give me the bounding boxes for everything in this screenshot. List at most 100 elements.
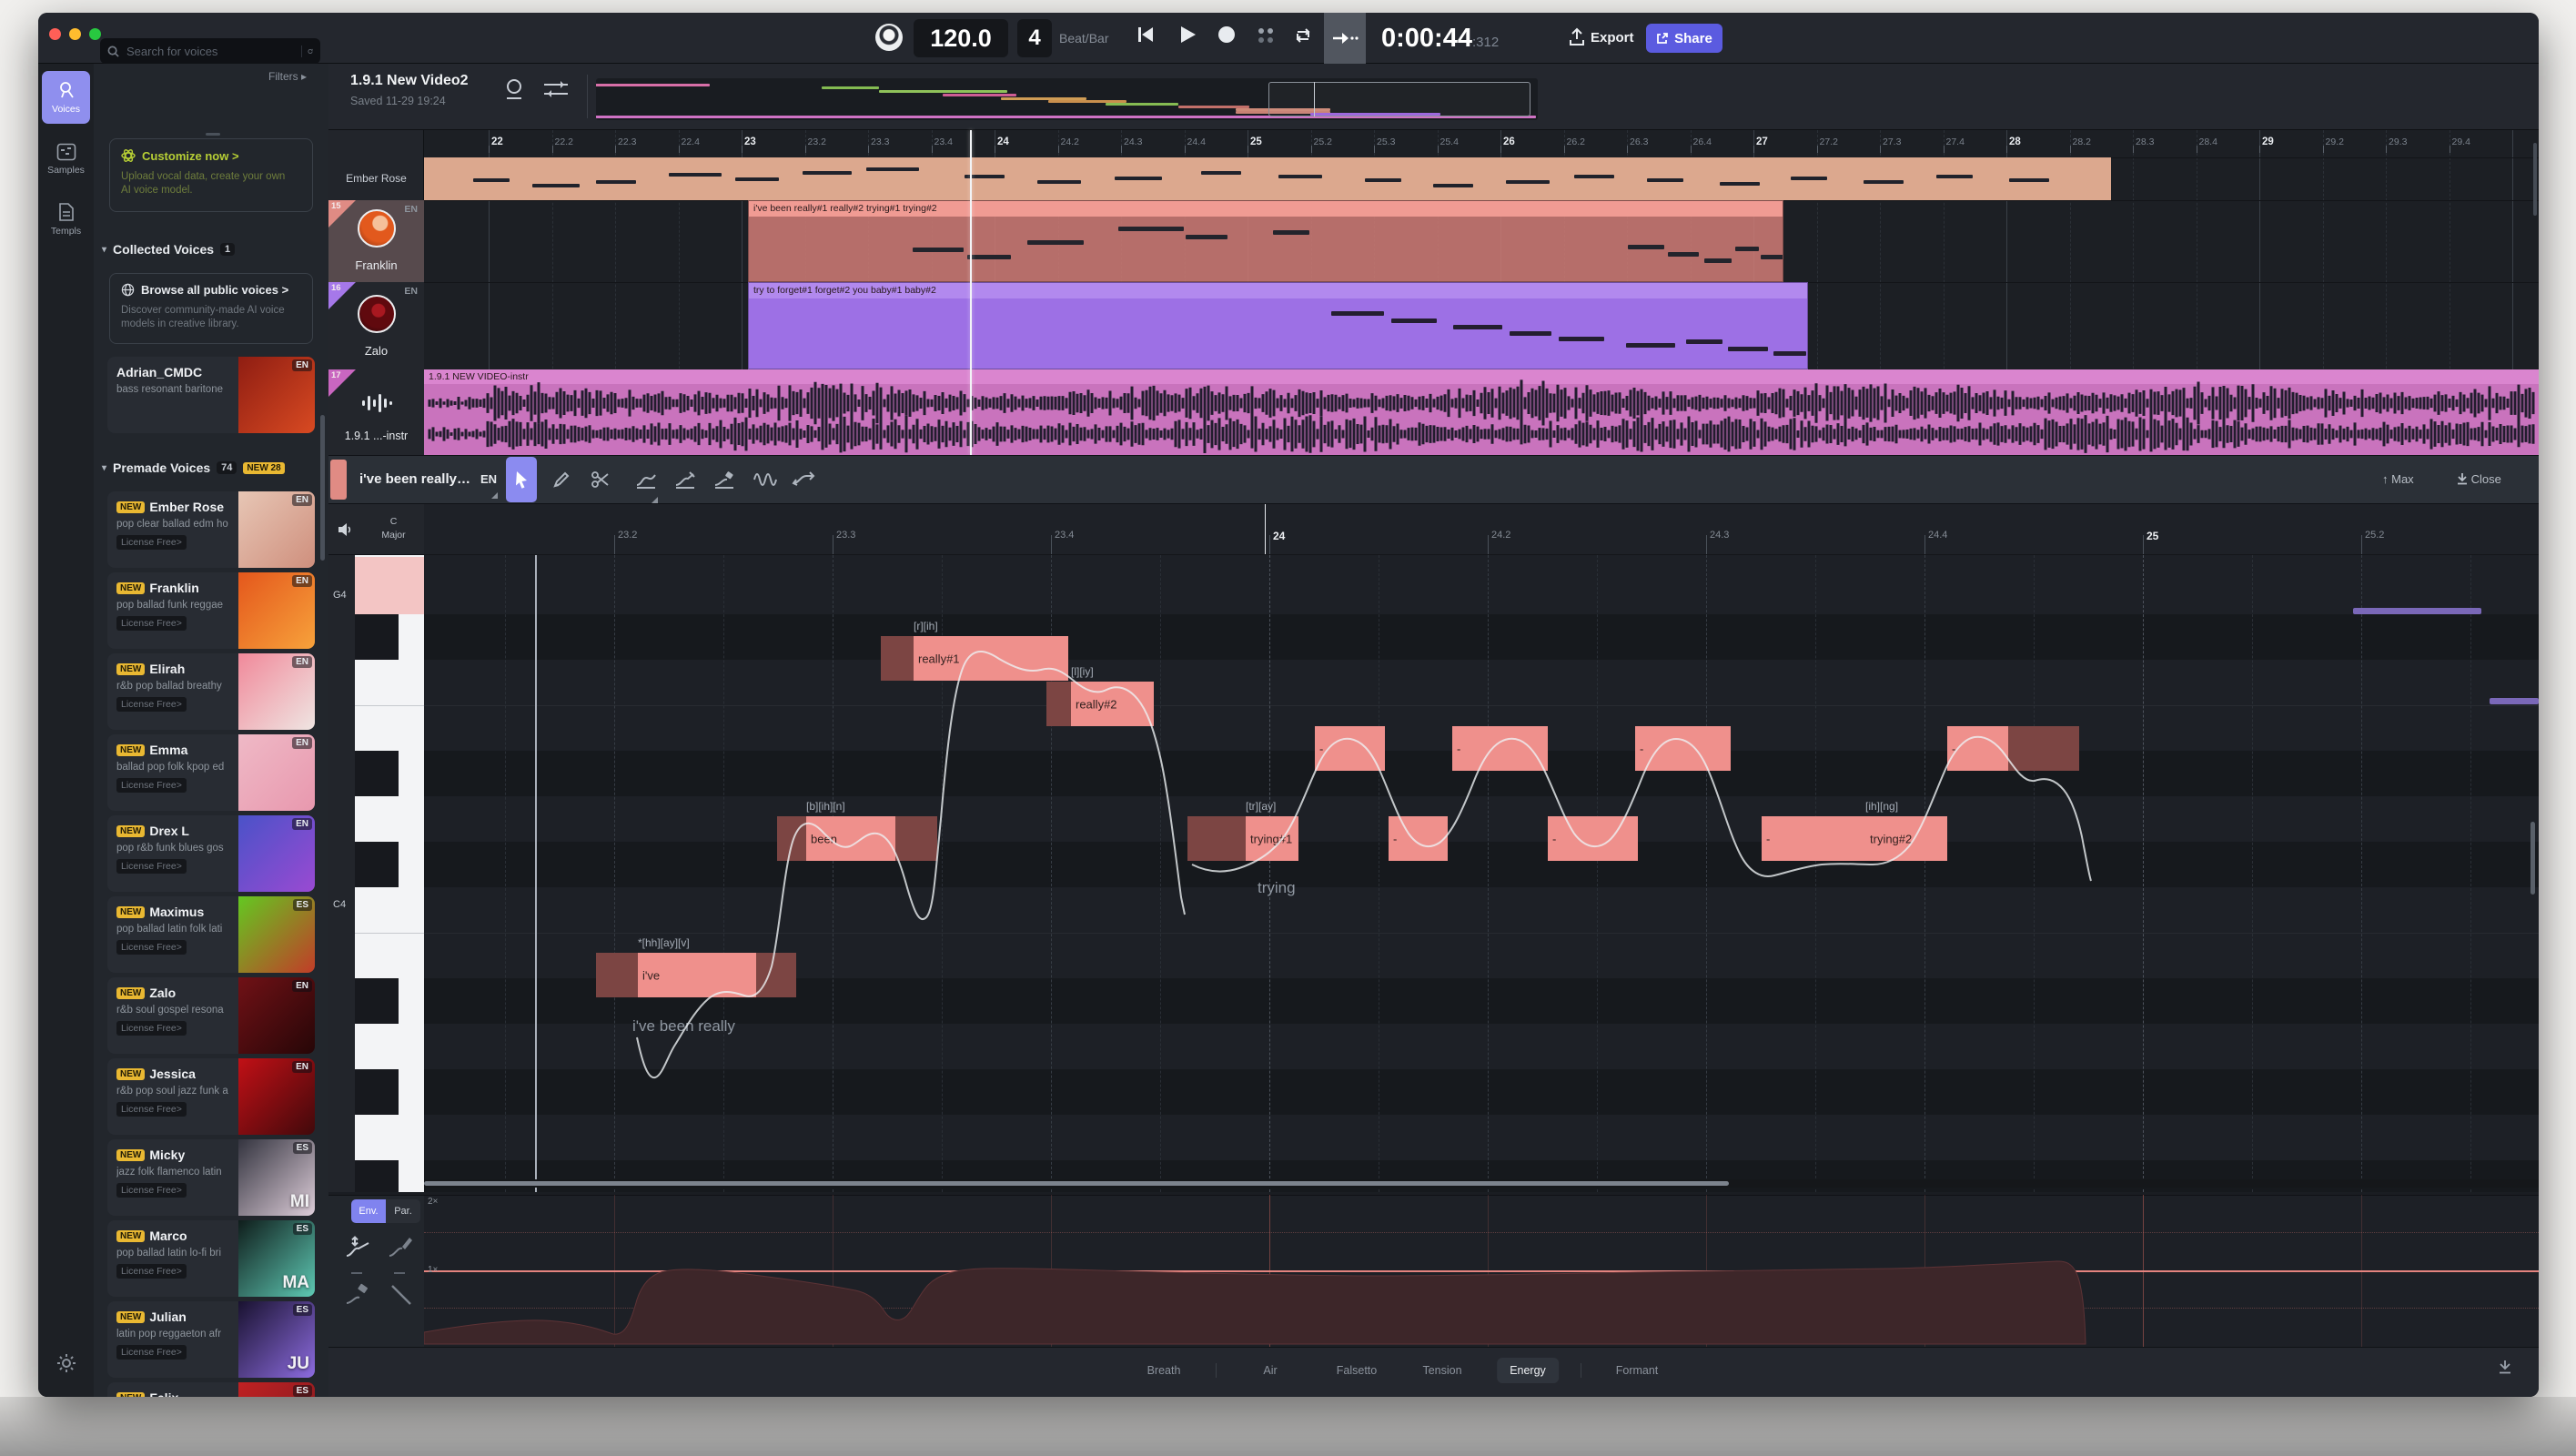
voice-card-drex-l[interactable]: NEWDrex Lpop r&b funk blues gosLicense F… [107,815,315,892]
track-header-zalo[interactable]: 16 EN Zalo [328,282,424,369]
license-link[interactable]: License Free> [116,1021,187,1036]
play-button[interactable] [1177,25,1197,45]
voice-card-marco[interactable]: NEWMarcopop ballad latin lo-fi briLicens… [107,1220,315,1297]
time-display[interactable]: 0:00:44:312 [1381,24,1499,54]
voice-card-franklin[interactable]: NEWFranklinpop ballad funk reggaeLicense… [107,572,315,649]
timeline-ruler-label[interactable]: 23.2 [808,136,826,147]
timeline-ruler-label[interactable]: 29 [2262,136,2274,147]
timeline-ruler-label[interactable]: 24 [997,136,1009,147]
count-in-icon[interactable] [502,76,526,102]
timeline-ruler-label[interactable]: 25.2 [1314,136,1332,147]
settings-gear-icon[interactable] [56,1352,77,1374]
voice-card-maximus[interactable]: NEWMaximuspop ballad latin folk latiLice… [107,896,315,973]
customize-link[interactable]: Customize now > [142,149,239,163]
premade-voices-header[interactable]: ▾ Premade Voices 74 NEW 28 [102,460,285,475]
export-icon[interactable] [1569,27,1585,47]
app-logo-icon[interactable] [875,24,903,51]
customize-voice-card[interactable]: Customize now > Upload vocal data, creat… [109,138,313,212]
curve-eraser-tool[interactable] [344,1281,371,1309]
panel-drag-handle[interactable] [206,133,220,136]
license-link[interactable]: License Free> [116,1345,187,1360]
timeline-ruler-label[interactable]: 25.3 [1377,136,1395,147]
timeline-ruler-label[interactable]: 27 [1756,136,1768,147]
param-tab-falsetto[interactable]: Falsetto [1324,1358,1389,1383]
export-button[interactable]: Export [1591,30,1634,46]
line-tool[interactable] [389,1283,413,1307]
timeline-ruler-label[interactable]: 27.3 [1883,136,1901,147]
avatar[interactable] [358,209,396,248]
close-window-button[interactable] [49,28,61,40]
license-link[interactable]: License Free> [116,778,187,793]
pencil-tool-button[interactable] [546,457,577,502]
timeline-ruler-label[interactable]: 29.4 [2452,136,2470,147]
curve-scale-tool[interactable] [344,1234,371,1261]
black-key[interactable] [355,614,399,660]
minimize-window-button[interactable] [69,28,81,40]
black-key[interactable] [355,751,399,796]
license-link[interactable]: License Free> [116,859,187,874]
zoom-window-button[interactable] [89,28,101,40]
voice-card-jessica[interactable]: NEWJessicar&b pop soul jazz funk aLicens… [107,1058,315,1135]
timeline-ruler-label[interactable]: 23 [744,136,756,147]
black-key[interactable] [355,1069,399,1115]
search-input[interactable] [125,44,296,59]
time-signature-display[interactable]: 4 [1017,19,1052,57]
timeline-ruler-label[interactable]: 25 [1250,136,1262,147]
timeline-ruler-label[interactable]: 28.3 [2136,136,2154,147]
timeline-ruler-label[interactable]: 22.2 [555,136,573,147]
track-label-ember[interactable]: Ember Rose [328,172,424,185]
license-link[interactable]: License Free> [116,535,187,550]
voice-search-bar[interactable] [100,38,320,64]
sidebar-scrollbar[interactable] [320,415,325,561]
timeline-ruler-label[interactable]: 22.3 [618,136,636,147]
metronome-dots-icon[interactable] [1255,25,1277,46]
lyric-language-selector[interactable]: EN [480,472,497,486]
minimap-view-window[interactable] [1268,82,1530,116]
voice-card-felix[interactable]: NEWFelixLicense Free>ES [107,1382,315,1397]
pitch-eraser-tool-button[interactable] [709,457,740,502]
skip-to-start-button[interactable] [1136,25,1156,45]
license-link[interactable]: License Free> [116,616,187,631]
black-key[interactable] [355,978,399,1024]
filters-toggle[interactable]: Filters ▸ [268,70,307,83]
voice-card-zalo[interactable]: NEWZalor&b soul gospel resonaLicense Fre… [107,977,315,1054]
param-tab-energy[interactable]: Energy [1497,1358,1559,1383]
timeline-ruler-label[interactable]: 22.4 [682,136,700,147]
record-button[interactable] [1217,25,1237,45]
timeline-ruler-label[interactable]: 29.3 [2389,136,2407,147]
piano-roll-ruler[interactable]: 23.223.323.42424.224.324.42525.2 [424,504,2539,555]
collapse-panel-icon[interactable] [2498,1360,2512,1375]
avatar[interactable] [358,295,396,333]
parameter-mode-button[interactable]: Par. [386,1199,420,1223]
timeline-ruler-label[interactable]: 23.4 [934,136,953,147]
timeline-ruler-label[interactable]: 28.4 [2199,136,2217,147]
license-link[interactable]: License Free> [116,697,187,712]
param-tab-breath[interactable]: Breath [1135,1358,1194,1383]
tempo-display[interactable]: 120.0 [914,19,1008,57]
rail-tab-voices[interactable]: Voices [42,71,90,124]
timeline-ruler-label[interactable]: 26.2 [1567,136,1585,147]
clip-franklin-vocal[interactable]: i've been really#1 really#2 trying#1 try… [748,200,1783,282]
voice-card-julian[interactable]: NEWJulianlatin pop reggaeton afrLicense … [107,1301,315,1378]
timeline-ruler-label[interactable]: 26 [1503,136,1515,147]
timeline-ruler-label[interactable]: 23.3 [871,136,889,147]
editor-hscrollbar-handle[interactable] [424,1181,1729,1186]
license-link[interactable]: License Free> [116,1183,187,1198]
clip-instrumental[interactable]: 1.9.1 NEW VIDEO-instr [424,369,2539,455]
pitch-transition-tool-button[interactable] [788,457,819,502]
license-link[interactable]: License Free> [116,940,187,955]
rail-tab-templates[interactable]: Templs [42,193,90,246]
timeline-ruler-label[interactable]: 24.4 [1187,136,1206,147]
param-tab-tension[interactable]: Tension [1409,1358,1474,1383]
clip-zalo-vocal[interactable]: try to forget#1 forget#2 you baby#1 baby… [748,282,1808,369]
voice-card-ember-rose[interactable]: NEWEmber Rosepop clear ballad edm hoLice… [107,491,315,568]
loop-icon[interactable] [1292,25,1314,46]
timeline-ruler-label[interactable]: 26.3 [1630,136,1648,147]
license-link[interactable]: License Free> [116,1264,187,1279]
pitch-curve[interactable] [424,555,2539,1192]
track-header-instrumental[interactable]: 17 1.9.1 ...-instr [328,369,424,455]
voice-card-elirah[interactable]: NEWElirahr&b pop ballad breathyLicense F… [107,653,315,730]
curve-pencil-tool[interactable] [387,1234,414,1261]
preview-speaker-button[interactable] [328,504,363,555]
pitch-curve-tool-button[interactable] [631,457,662,502]
